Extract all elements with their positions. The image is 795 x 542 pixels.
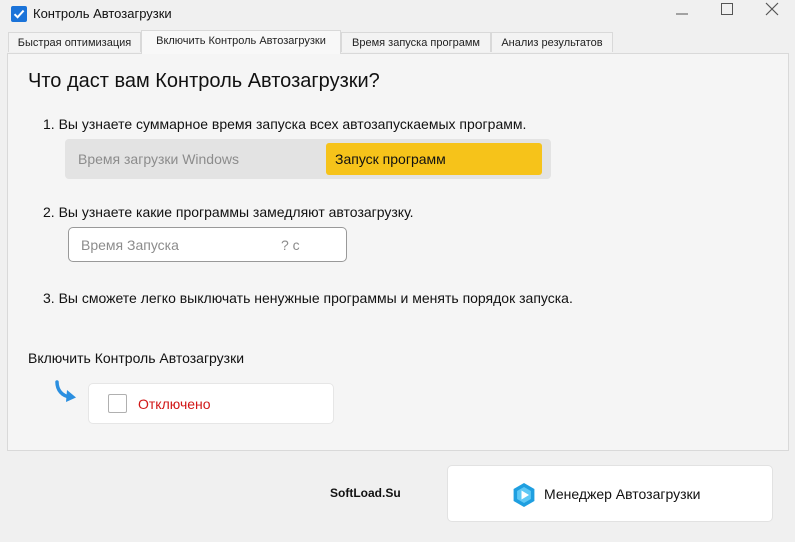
step-1-text: 1. Вы узнаете суммарное время запуска вс… [43,116,527,132]
title-bar: Контроль Автозагрузки [0,0,795,28]
startup-manager-button[interactable]: Менеджер Автозагрузки [447,465,773,522]
enable-checkbox[interactable] [108,394,127,413]
step-2-text: 2. Вы узнаете какие программы замедляют … [43,204,414,220]
window-title: Контроль Автозагрузки [33,6,172,21]
page-heading: Что даст вам Контроль Автозагрузки? [28,70,380,92]
startup-time-value: ? с [281,237,300,253]
checkbox-checked-icon [11,6,27,22]
tab-quick-optimization[interactable]: Быстрая оптимизация [8,32,141,52]
startup-time-field: Время Запуска ? с [68,227,347,262]
toggle-state-label: Отключено [138,396,211,412]
main-panel: Что даст вам Контроль Автозагрузки? 1. В… [7,53,789,451]
enable-control-toggle[interactable]: Отключено [88,383,334,424]
startup-manager-label: Менеджер Автозагрузки [544,486,701,502]
maximize-button[interactable] [703,0,749,28]
minimize-button[interactable] [658,0,704,28]
enable-control-label: Включить Контроль Автозагрузки [28,350,245,366]
curved-arrow-icon [52,380,82,411]
close-button[interactable] [748,0,794,28]
tab-enable-startup-control[interactable]: Включить Контроль Автозагрузки [141,30,341,54]
step-3-text: 3. Вы сможете легко выключать ненужные п… [43,290,573,306]
startup-time-label: Время Запуска [81,237,179,253]
programs-launch-segment: Запуск программ [326,143,542,175]
startup-manager-icon [511,482,537,513]
tab-results-analysis[interactable]: Анализ результатов [491,32,613,52]
watermark-text: SoftLoad.Su [330,486,401,500]
tab-startup-time[interactable]: Время запуска программ [341,32,491,52]
boot-time-bar: Время загрузки Windows Запуск программ [65,139,551,179]
windows-boot-label: Время загрузки Windows [78,151,239,167]
